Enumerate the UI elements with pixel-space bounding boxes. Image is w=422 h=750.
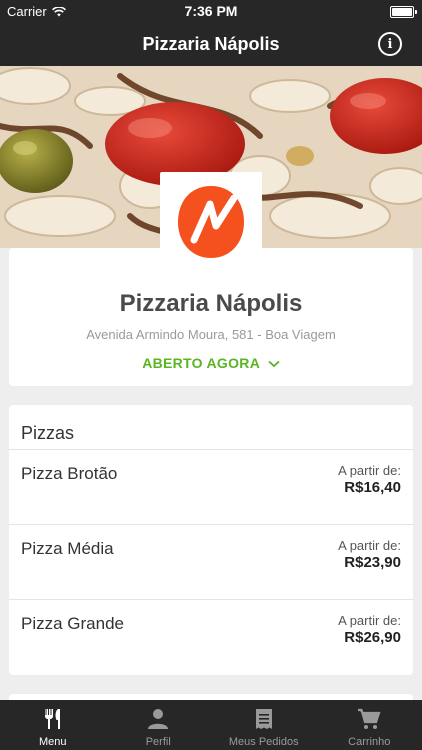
tab-menu[interactable]: Menu — [0, 700, 106, 750]
restaurant-address: Avenida Armindo Moura, 581 - Boa Viagem — [86, 327, 336, 342]
person-icon — [148, 709, 169, 729]
tab-meus-pedidos[interactable]: Meus Pedidos — [211, 700, 317, 750]
menu-section-card: Pizzas Pizza Brotão A partir de: R$16,40… — [9, 405, 413, 675]
tab-label: Menu — [38, 736, 67, 748]
menu-item-pizza-brotao[interactable]: Pizza Brotão A partir de: R$16,40 — [9, 449, 413, 525]
page-title: Pizzaria Nápolis — [142, 34, 280, 54]
menu-item-name: Pizza Grande — [21, 614, 124, 633]
menu-item-name: Pizza Brotão — [21, 464, 118, 483]
chevron-down-icon — [268, 361, 280, 368]
tab-label: Carrinho — [348, 736, 391, 748]
brand-logo-icon — [178, 186, 244, 258]
restaurant-name: Pizzaria Nápolis — [119, 290, 303, 317]
menu-item-price: R$26,90 — [344, 629, 401, 646]
tab-perfil[interactable]: Perfil — [106, 700, 212, 750]
section-title: Pizzas — [21, 423, 75, 443]
opening-status-toggle[interactable]: ABERTO AGORA — [9, 355, 413, 371]
receipt-icon — [255, 709, 272, 729]
cart-icon — [358, 708, 381, 729]
battery-icon — [390, 6, 417, 18]
menu-item-pizza-media[interactable]: Pizza Média A partir de: R$23,90 — [9, 524, 413, 600]
app-header: Carrier 7:36 PM Pizzaria Nápolis i — [0, 0, 422, 66]
status-bar: Carrier 7:36 PM — [0, 0, 422, 22]
info-icon[interactable]: i — [378, 32, 402, 56]
menu-item-pizza-grande[interactable]: Pizza Grande A partir de: R$26,90 — [9, 599, 413, 675]
tab-label: Meus Pedidos — [228, 736, 299, 748]
clock: 7:36 PM — [184, 3, 238, 19]
menu-item-name: Pizza Média — [21, 539, 114, 558]
fork-knife-icon — [44, 709, 60, 729]
menu-item-from-label: A partir de: — [338, 538, 401, 553]
tab-label: Perfil — [145, 736, 171, 748]
menu-item-price: R$16,40 — [344, 479, 401, 496]
menu-item-price: R$23,90 — [344, 554, 401, 571]
menu-item-from-label: A partir de: — [338, 463, 401, 478]
restaurant-logo — [160, 172, 262, 272]
opening-status-label: ABERTO AGORA — [142, 355, 260, 371]
menu-item-from-label: A partir de: — [338, 613, 401, 628]
tab-bar: Menu Perfil Meus Pedidos Carrinho — [0, 700, 422, 750]
tab-carrinho[interactable]: Carrinho — [317, 700, 422, 750]
